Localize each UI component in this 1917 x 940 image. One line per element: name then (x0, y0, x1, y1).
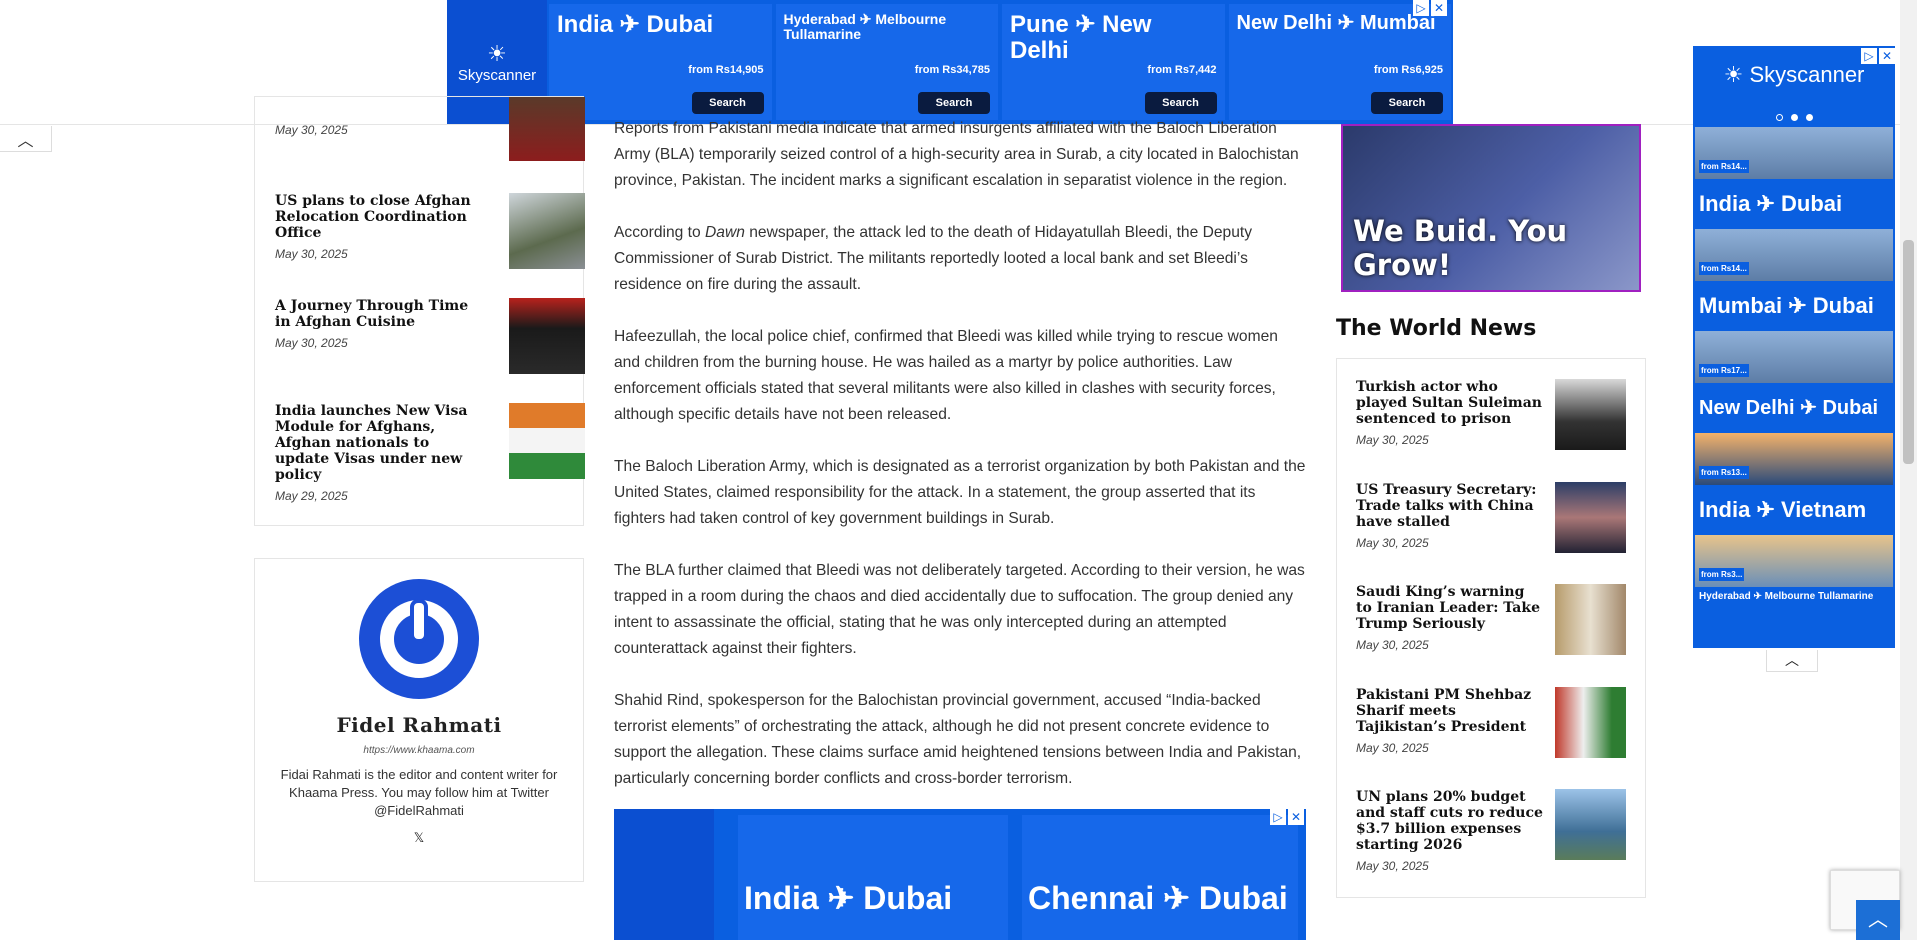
list-item[interactable]: UN plans 20% budget and staff cuts ro re… (1356, 789, 1626, 873)
list-item[interactable]: A Journey Through Time in Afghan Cuisine… (275, 298, 585, 374)
ad-close-icon[interactable]: ✕ (1288, 809, 1304, 825)
ad-cell[interactable]: Hyderabad ✈ Melbourne Tullamarine from R… (775, 4, 998, 120)
chevron-up-icon: ︿ (17, 132, 34, 150)
chevron-up-icon: ︿ (1785, 652, 1799, 668)
list-item[interactable]: US Treasury Secretary: Trade talks with … (1356, 482, 1626, 553)
inline-ad[interactable]: India ✈ Dubai Chennai ✈ Dubai ▷ ✕ (614, 809, 1306, 940)
sun-icon: ☀ (487, 40, 507, 66)
ad-search-button[interactable]: Search (1144, 92, 1217, 114)
ad-search-button[interactable]: Search (1371, 92, 1443, 114)
ad-brand-panel (614, 809, 714, 940)
ad-info-icon[interactable]: ▷ (1413, 0, 1429, 16)
article-paragraph: The BLA further claimed that Bleedi was … (614, 562, 1305, 657)
ad-route[interactable]: India ✈ Vietnam (1693, 485, 1895, 535)
post-thumbnail[interactable] (509, 403, 585, 479)
article-body: Reports from Pakistani media indicate th… (614, 116, 1308, 818)
ad-search-button[interactable]: Search (918, 92, 990, 114)
related-posts-box: May 30, 2025 US plans to close Afghan Re… (254, 96, 585, 526)
news-thumbnail[interactable] (1555, 584, 1626, 655)
news-thumbnail[interactable] (1555, 687, 1626, 758)
collapse-header-button[interactable]: ︿ (0, 126, 52, 152)
world-news-box: Turkish actor who played Sultan Suleiman… (1336, 358, 1646, 898)
ad-info-icon[interactable]: ▷ (1270, 809, 1286, 825)
ad-route[interactable]: Mumbai ✈ Dubai (1693, 281, 1895, 331)
ad-cell[interactable]: Pune ✈ New Delhi from Rs7,442 Search (1002, 4, 1225, 120)
skyscraper-ad[interactable]: ▷ ✕ ☀ Skyscanner from Rs14... India ✈ Du… (1693, 46, 1895, 648)
ad-search-button[interactable]: Search (691, 92, 764, 114)
ad-close-icon[interactable]: ✕ (1431, 0, 1447, 16)
power-icon (380, 599, 458, 678)
list-item[interactable]: India launches New Visa Module for Afgha… (275, 403, 585, 503)
author-bio: Fidai Rahmati is the editor and content … (280, 767, 558, 818)
ad-close-icon[interactable]: ✕ (1879, 48, 1895, 64)
ad-info-icon[interactable]: ▷ (1861, 48, 1877, 64)
article-paragraph: The Baloch Liberation Army, which is des… (614, 458, 1306, 527)
article-paragraph: According to Dawn newspaper, the attack … (614, 224, 1253, 293)
promo-banner[interactable]: We Buid. You Grow! (1341, 124, 1641, 292)
back-to-top-button[interactable]: ︿ (1856, 900, 1900, 940)
list-item[interactable]: US plans to close Afghan Relocation Coor… (275, 193, 585, 269)
post-thumbnail[interactable] (509, 97, 585, 161)
list-item[interactable]: Pakistani PM Shehbaz Sharif meets Tajiki… (1356, 687, 1626, 758)
author-url[interactable]: https://www.khaama.com (255, 745, 583, 756)
top-banner-ad[interactable]: ☀ Skyscanner India ✈ Dubai from Rs14,905… (447, 0, 1453, 124)
ad-photo[interactable]: from Rs14... (1695, 127, 1893, 179)
post-thumbnail[interactable] (509, 298, 585, 374)
section-title: The World News (1336, 316, 1537, 341)
author-box: Fidel Rahmati https://www.khaama.com Fid… (254, 558, 584, 882)
ad-route[interactable]: New Delhi ✈ Dubai (1693, 383, 1895, 433)
ad-cell[interactable]: Chennai ✈ Dubai (1022, 815, 1298, 940)
news-thumbnail[interactable] (1555, 379, 1626, 450)
post-thumbnail[interactable] (509, 193, 585, 269)
list-item[interactable]: May 30, 2025 (275, 97, 585, 161)
article-paragraph: Reports from Pakistani media indicate th… (614, 120, 1299, 189)
ad-photo[interactable]: from Rs17... (1695, 331, 1893, 383)
chevron-up-icon: ︿ (1868, 909, 1888, 931)
ad-photo[interactable]: from Rs13... (1695, 433, 1893, 485)
ad-cell[interactable]: India ✈ Dubai (738, 815, 1008, 940)
ad-photo[interactable]: from Rs3... (1695, 535, 1893, 587)
ad-route[interactable]: Hyderabad ✈ Melbourne Tullamarine (1693, 587, 1895, 606)
article-paragraph: Hafeezullah, the local police chief, con… (614, 328, 1278, 423)
list-item[interactable]: Turkish actor who played Sultan Suleiman… (1356, 379, 1626, 450)
news-thumbnail[interactable] (1555, 789, 1626, 860)
ad-photo[interactable]: from Rs14... (1695, 229, 1893, 281)
collapse-ad-button[interactable]: ︿ (1766, 650, 1818, 672)
sun-icon: ☀ (1723, 62, 1750, 87)
article-paragraph: Shahid Rind, spokesperson for the Baloch… (614, 692, 1302, 787)
ad-cell[interactable]: New Delhi ✈ Mumbai from Rs6,925 Search (1228, 4, 1451, 120)
ad-route[interactable]: India ✈ Dubai (1693, 179, 1895, 229)
scrollbar-thumb[interactable] (1903, 240, 1914, 464)
news-thumbnail[interactable] (1555, 482, 1626, 553)
author-name[interactable]: Fidel Rahmati (255, 713, 583, 737)
ad-carousel-dots[interactable] (1693, 114, 1895, 121)
x-twitter-icon[interactable]: 𝕏 (255, 830, 583, 846)
author-avatar[interactable] (359, 579, 479, 699)
page-scrollbar[interactable] (1900, 0, 1917, 940)
list-item[interactable]: Saudi King’s warning to Iranian Leader: … (1356, 584, 1626, 655)
